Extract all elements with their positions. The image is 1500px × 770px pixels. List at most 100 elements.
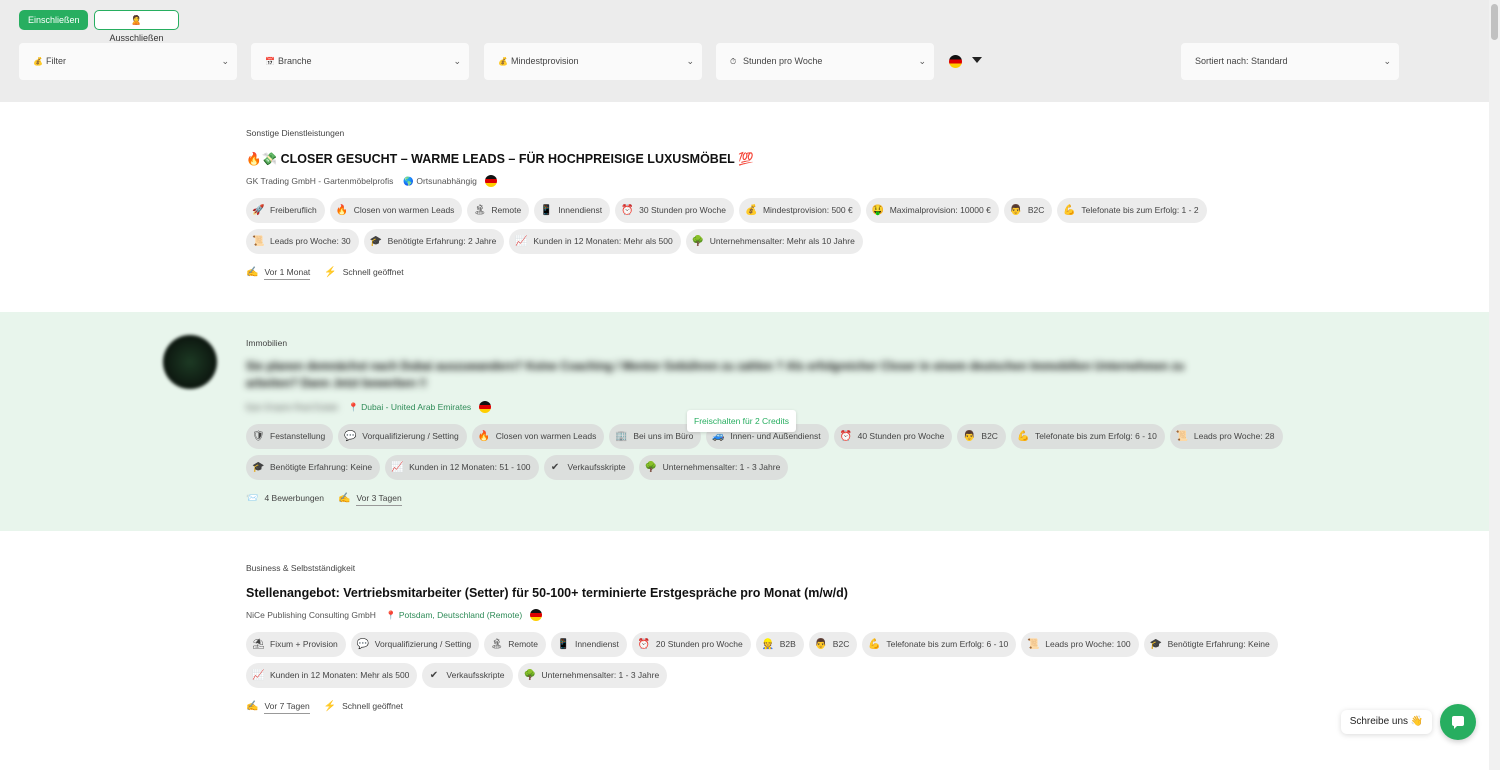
unlock-tooltip[interactable]: Freischalten für 2 Credits bbox=[687, 410, 796, 432]
scroll-icon: 📜 bbox=[1175, 431, 1189, 442]
tag-workplace: 🏝 Remote bbox=[467, 198, 530, 223]
tag-row: ⛱ Fixum + Provision 💬 Vorqualifizierung / … bbox=[246, 632, 1278, 657]
chat-prompt[interactable]: Schreibe uns 👋 bbox=[1341, 710, 1432, 734]
tag-row: 🚀 Freiberuflich 🔥 Closen von warmen Leads … bbox=[246, 198, 1207, 223]
location-label: Ortsunabhängig bbox=[416, 175, 477, 186]
sort-select[interactable]: Sortiert nach: Standard ⌄ bbox=[1181, 43, 1399, 80]
tag-workplace: 🏝 Remote bbox=[484, 632, 546, 657]
exclude-button[interactable]: 🙎 Ausschließen bbox=[94, 10, 179, 43]
calendar-icon: 📅 bbox=[265, 57, 275, 66]
listing-footer: 📨 4 Bewerbungen ✍ Vor 3 Tagen bbox=[246, 493, 402, 506]
posted-date-label: Vor 1 Monat bbox=[264, 267, 311, 280]
listing-footer: ✍ Vor 7 Tagen ⚡ Schnell geöffnet bbox=[246, 701, 403, 714]
listing-title[interactable]: Stellenangebot: Vertriebsmitarbeiter (Se… bbox=[246, 586, 848, 600]
tag-row: 📈 Kunden in 12 Monaten: Mehr als 500 ✔ Ver… bbox=[246, 663, 668, 688]
location-label: Dubai - United Arab Emirates bbox=[361, 401, 472, 412]
tag-calls: 💪 Telefonate bis zum Erfolg: 6 - 10 bbox=[862, 632, 1017, 657]
company-avatar bbox=[163, 335, 217, 389]
chat-button[interactable] bbox=[1440, 704, 1476, 740]
filter-select-label: Filter bbox=[46, 56, 66, 66]
tag-lead-type: 💬 Vorqualifizierung / Setting bbox=[338, 424, 467, 449]
job-listing-locked[interactable]: Immobilien Sie planen demnächst nach Dub… bbox=[0, 312, 1489, 531]
tag-label: Unternehmensalter: Mehr als 10 Jahre bbox=[709, 236, 855, 246]
company-name: GK Trading GmbH - Gartenmöbelprofis bbox=[246, 176, 394, 186]
tag-scripts: ✔ Verkaufsskripte bbox=[543, 455, 634, 480]
lightning-icon: ⚡ bbox=[323, 701, 337, 712]
tag-label: Kunden in 12 Monaten: Mehr als 500 bbox=[270, 670, 410, 680]
island-icon: 🏝 bbox=[490, 639, 503, 650]
tag-label: Bei uns im Büro bbox=[633, 431, 694, 441]
exclude-label: Ausschließen bbox=[109, 33, 164, 43]
scroll-icon: 📜 bbox=[252, 236, 265, 247]
location-label: Potsdam, Deutschland (Remote) bbox=[398, 609, 523, 620]
tag-label: Telefonate bis zum Erfolg: 1 - 2 bbox=[1081, 205, 1199, 215]
company-name: Epic Empire Real Estate bbox=[246, 402, 339, 412]
tag-b2b: 👷 B2B bbox=[755, 632, 804, 657]
tree-icon: 🌳 bbox=[523, 670, 536, 681]
tag-min-commission: 💰 Mindestprovision: 500 € bbox=[738, 198, 861, 223]
tag-hours: ⏰ 20 Stunden pro Woche bbox=[631, 632, 751, 657]
branche-select-label: Branche bbox=[278, 56, 312, 66]
fire-icon: 🔥 bbox=[335, 205, 349, 216]
mindestprovision-select[interactable]: 💰 Mindestprovision ⌄ bbox=[484, 43, 702, 80]
money-bag-icon: 💰 bbox=[498, 57, 508, 66]
tag-label: 40 Stunden pro Woche bbox=[857, 431, 945, 441]
tag-label: Fixum + Provision bbox=[270, 639, 338, 649]
listing-category: Sonstige Dienstleistungen bbox=[246, 128, 345, 138]
money-bag-icon: 💰 bbox=[744, 205, 758, 216]
tag-experience: 🎓 Benötigte Erfahrung: Keine bbox=[246, 455, 381, 480]
chevron-down-icon: ⌄ bbox=[221, 56, 229, 66]
graduation-cap-icon: 🎓 bbox=[252, 462, 265, 473]
listing-category: Immobilien bbox=[246, 338, 288, 348]
tag-label: B2C bbox=[981, 431, 998, 441]
tag-row: 🎓 Benötigte Erfahrung: Keine 📈 Kunden in 1… bbox=[246, 455, 789, 480]
quick-open-badge: ⚡ Schnell geöffnet bbox=[324, 701, 403, 712]
posted-date: ✍ Vor 3 Tagen bbox=[338, 493, 402, 506]
job-listing[interactable]: Business & Selbstständigkeit Stellenange… bbox=[0, 531, 1489, 770]
tag-employment: 🚀 Freiberuflich bbox=[246, 198, 325, 223]
check-mark-icon: ✔ bbox=[550, 462, 560, 473]
listing-title[interactable]: 🔥💸 CLOSER GESUCHT – WARME LEADS – FÜR HO… bbox=[246, 152, 754, 167]
tag-label: Verkaufsskripte bbox=[567, 462, 626, 472]
person-icon: 👨 bbox=[814, 639, 828, 650]
tag-label: B2B bbox=[779, 639, 796, 649]
listing-title-line2: arbeiten? Dann Jetzt bewerben !! bbox=[246, 378, 427, 390]
graduation-cap-icon: 🎓 bbox=[1149, 639, 1163, 650]
caret-down-icon[interactable] bbox=[972, 57, 982, 63]
include-button[interactable]: Einschließen bbox=[19, 10, 88, 30]
quick-open-badge: ⚡ Schnell geöffnet bbox=[324, 267, 403, 278]
tag-employment: 🛡 Festanstellung bbox=[246, 424, 334, 449]
sort-select-label: Sortiert nach: Standard bbox=[1195, 56, 1288, 66]
speech-bubble-icon: 💬 bbox=[344, 431, 357, 442]
money-face-icon: 🤑 bbox=[871, 205, 885, 216]
chevron-down-icon: ⌄ bbox=[453, 56, 461, 66]
scroll-icon: 📜 bbox=[1027, 639, 1040, 650]
tag-leads: 📜 Leads pro Woche: 30 bbox=[246, 229, 359, 254]
tag-label: Closen von warmen Leads bbox=[353, 205, 455, 215]
scrollbar[interactable] bbox=[1489, 0, 1500, 770]
alarm-clock-icon: ⏰ bbox=[621, 205, 634, 216]
tag-label: Telefonate bis zum Erfolg: 6 - 10 bbox=[1034, 431, 1157, 441]
tag-label: Leads pro Woche: 100 bbox=[1045, 639, 1131, 649]
filter-select[interactable]: 💰 Filter ⌄ bbox=[19, 43, 237, 80]
tag-label: Mindestprovision: 500 € bbox=[762, 205, 853, 215]
german-flag-icon bbox=[484, 175, 497, 187]
tag-label: Leads pro Woche: 30 bbox=[270, 236, 351, 246]
branche-select[interactable]: 📅 Branche ⌄ bbox=[251, 43, 469, 80]
chat-icon bbox=[1452, 716, 1464, 729]
pin-icon: 📍 bbox=[348, 401, 359, 412]
tag-label: Remote bbox=[508, 639, 538, 649]
listing-meta: NiCe Publishing Consulting GmbH 📍 Potsda… bbox=[246, 609, 543, 621]
listing-location: 📍 Dubai - United Arab Emirates bbox=[348, 402, 471, 413]
hours-select[interactable]: ⏱ Stunden pro Woche ⌄ bbox=[716, 43, 934, 80]
tag-label: Freiberuflich bbox=[270, 205, 317, 215]
scrollbar-thumb[interactable] bbox=[1491, 4, 1498, 40]
german-flag-icon[interactable] bbox=[949, 55, 962, 68]
listing-meta: GK Trading GmbH - Gartenmöbelprofis 🌎 Or… bbox=[246, 175, 497, 187]
tag-lead-type: 💬 Vorqualifizierung / Setting bbox=[350, 632, 480, 657]
writing-hand-icon: ✍ bbox=[246, 267, 259, 278]
tag-hours: ⏰ 40 Stunden pro Woche bbox=[833, 424, 953, 449]
job-listing[interactable]: Sonstige Dienstleistungen 🔥💸 CLOSER GESU… bbox=[0, 102, 1489, 312]
tag-label: Remote bbox=[491, 205, 522, 215]
company-name: NiCe Publishing Consulting GmbH bbox=[246, 610, 376, 620]
